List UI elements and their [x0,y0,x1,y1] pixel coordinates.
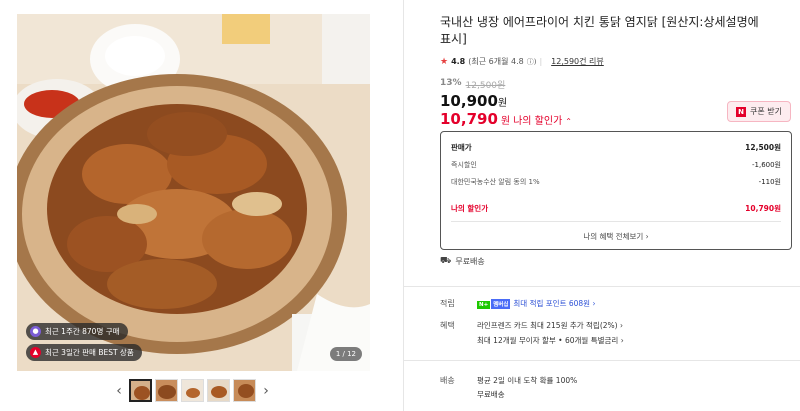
my-price-unit: 원 [500,116,511,127]
trophy-icon: ▲ [30,347,41,358]
bag-icon: ● [30,326,41,337]
purchase-count-text: 최근 1주간 870명 구매 [45,327,120,336]
chevron-left-icon[interactable]: ‹ [112,383,126,399]
best-seller-text: 최근 3일간 판매 BEST 상품 [45,348,134,357]
benefit-label: 혜택 [440,321,455,330]
purchase-count-badge: ● 최근 1주간 870명 구매 [26,323,128,340]
thumbnail-1[interactable] [129,379,152,402]
thumbnail-strip: ‹ › [112,379,273,402]
rating-score: 4.8 [451,57,466,66]
free-shipping-row: ⛟ 무료배송 [440,256,485,267]
best-seller-badge: ▲ 최근 3일간 판매 BEST 상품 [26,344,142,361]
sale-price-unit: 원 [497,98,508,109]
price-row-value: 12,500원 [745,143,781,152]
benefit-installment-row[interactable]: 최대 12개월 무이자 할부 • 60개월 특별금리 › [477,335,624,346]
image-counter: 1 / 12 [329,347,362,361]
delivery-label: 배송 [440,376,455,385]
my-price: 10,790 원 나의 할인가 ⌃ [440,110,572,128]
my-price-value: 10,790 [440,110,498,128]
thumbnail-5[interactable] [233,379,256,402]
rating-separator: | [539,57,543,66]
product-title: 국내산 냉장 에어프라이어 치킨 통닭 염지닭 [원산지:상세설명에 표시] [440,15,759,46]
truck-icon: ⛟ [440,256,452,266]
price-row-instant-discount: 즉시할인 -1,600원 [451,160,781,170]
section-divider [404,286,800,287]
rating-sub: (최근 6개월 4.8 [468,57,524,66]
point-value: 최대 적립 포인트 608원 [513,299,591,308]
price-row-label: 즉시할인 [451,161,477,169]
coupon-label: 쿠폰 받기 [750,107,782,116]
membership-badge: 멤버십 [491,299,511,309]
chicken-photo [17,14,370,371]
point-value-row[interactable]: N+ 멤버십 최대 적립 포인트 608원 › [477,298,595,309]
price-row-label: 대한민국농수산 알림 동의 1% [451,178,540,186]
view-all-benefits-link[interactable]: 나의 혜택 전체보기 › [441,231,791,242]
price-row-value: -110원 [758,178,781,186]
original-price: 12,500원 [465,81,506,91]
info-icon[interactable]: ⓘ) [527,57,537,67]
chevron-right-icon: › [645,232,649,241]
sale-price: 10,900원 [440,92,507,110]
view-all-label: 나의 혜택 전체보기 [583,232,644,241]
price-breakdown-box: 판매가 12,500원 즉시할인 -1,600원 대한민국농수산 알림 동의 1… [440,131,792,250]
product-image[interactable]: ● 최근 1주간 870명 구매 ▲ 최근 3일간 판매 BEST 상품 1 /… [17,14,370,371]
discount-rate: 13% [440,78,462,88]
thumbnail-3[interactable] [181,379,204,402]
discount-row: 13% 12,500원 [440,78,505,91]
price-row-value: -1,600원 [751,161,781,169]
review-count-link[interactable]: 12,590건 리뷰 [551,56,604,67]
chevron-right-icon: › [592,299,596,308]
image-panel: ● 최근 1주간 870명 구매 ▲ 최근 3일간 판매 BEST 상품 1 /… [0,0,400,411]
my-price-row-label: 나의 할인가 [451,204,489,213]
chevron-up-icon[interactable]: ⌃ [565,117,572,126]
rating-row: ★ 4.8 (최근 6개월 4.8 ⓘ) | 12,590건 리뷰 [440,56,604,67]
thumbnail-4[interactable] [207,379,230,402]
price-row-label: 판매가 [451,143,472,152]
my-price-label[interactable]: 나의 할인가 [513,112,562,127]
price-row-alert-discount: 대한민국농수산 알림 동의 1% -110원 [451,177,781,187]
point-label: 적립 [440,299,455,308]
star-icon: ★ [440,56,449,67]
section-divider [404,360,800,361]
chevron-right-icon[interactable]: › [259,383,273,399]
chevron-right-icon: › [619,321,623,330]
coupon-icon: N [736,106,746,117]
price-row-sale: 판매가 12,500원 [451,142,781,153]
benefit-line-2: 최대 12개월 무이자 할부 • 60개월 특별금리 [477,336,619,345]
coupon-button[interactable]: N 쿠폰 받기 [727,101,791,122]
thumbnail-2[interactable] [155,379,178,402]
my-price-row-value: 10,790원 [745,204,781,213]
benefit-line-1: 라인프렌즈 카드 최대 215원 추가 적립(2%) [477,321,618,330]
panel-divider [403,0,404,411]
benefit-card-row[interactable]: 라인프렌즈 카드 최대 215원 추가 적립(2%) › [477,320,623,331]
free-shipping-label: 무료배송 [455,257,485,266]
sale-price-value: 10,900 [440,92,498,110]
npay-badge: N+ [477,301,491,309]
box-divider [451,221,781,222]
price-row-my-price: 나의 할인가 10,790원 [451,203,781,214]
delivery-line-2: 무료배송 [477,390,505,399]
delivery-line-1: 평균 2일 이내 도착 확률 100% [477,376,578,385]
chevron-right-icon: › [620,336,624,345]
